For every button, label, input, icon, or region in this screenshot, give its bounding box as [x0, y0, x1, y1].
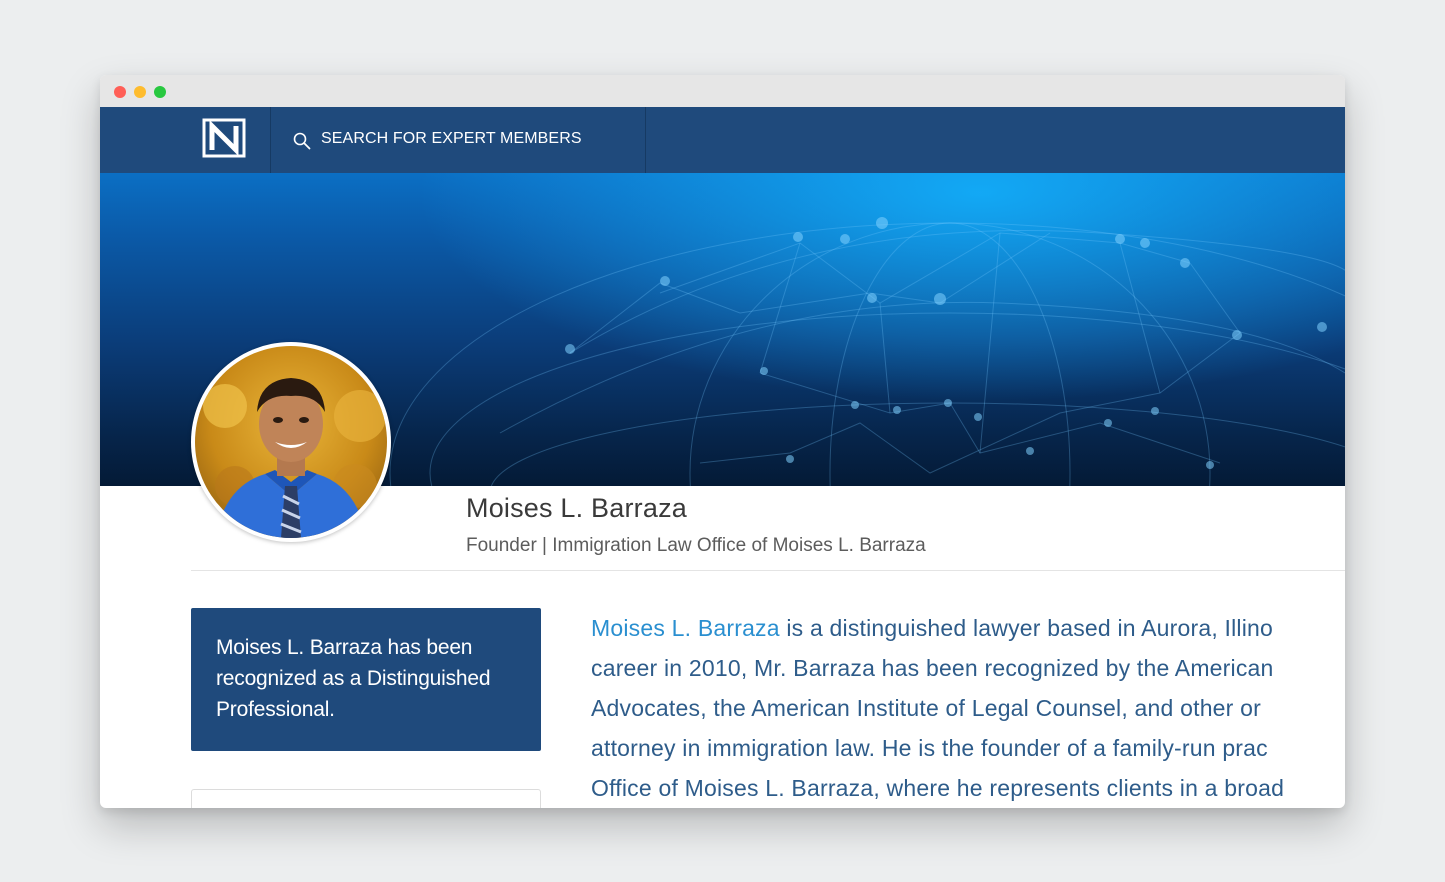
bio-text: Moises L. Barraza is a distinguished law…: [591, 608, 1345, 808]
profile-name: Moises L. Barraza: [466, 493, 687, 523]
bio-line-4: attorney in immigration law. He is the f…: [591, 735, 1268, 761]
browser-window: SEARCH FOR EXPERT MEMBERS Moises L. Barr…: [100, 75, 1345, 808]
bio-line-5: Office of Moises L. Barraza, where he re…: [591, 775, 1285, 801]
bio-line-2: career in 2010, Mr. Barraza has been rec…: [591, 655, 1274, 681]
recognition-card: Moises L. Barraza has been recognized as…: [191, 608, 541, 751]
profile-photo: [195, 346, 387, 538]
maximize-window-button[interactable]: [154, 86, 166, 98]
profile-subtitle: Founder | Immigration Law Office of Mois…: [466, 535, 926, 556]
top-navbar: SEARCH FOR EXPERT MEMBERS: [100, 107, 1345, 173]
recognition-text: Moises L. Barraza has been recognized as…: [216, 636, 491, 721]
profile-avatar[interactable]: [191, 342, 391, 542]
search-label: SEARCH FOR EXPERT MEMBERS: [321, 130, 582, 147]
window-titlebar: [100, 75, 1345, 107]
bio-line-3: Advocates, the American Institute of Leg…: [591, 695, 1261, 721]
bio-line-1-text: is a distinguished lawyer based in Auror…: [779, 615, 1274, 641]
search-icon: [293, 132, 311, 150]
bio-name-link[interactable]: Moises L. Barraza: [591, 615, 780, 641]
sidebar-card: [191, 789, 541, 808]
search-members-button[interactable]: SEARCH FOR EXPERT MEMBERS: [271, 107, 646, 173]
minimize-window-button[interactable]: [134, 86, 146, 98]
logo-cell: [100, 107, 271, 173]
header-divider: [191, 570, 1345, 571]
close-window-button[interactable]: [114, 86, 126, 98]
bio-line: Moises L. Barraza is a distinguished law…: [591, 608, 1345, 648]
n-logo-icon[interactable]: [202, 118, 246, 158]
